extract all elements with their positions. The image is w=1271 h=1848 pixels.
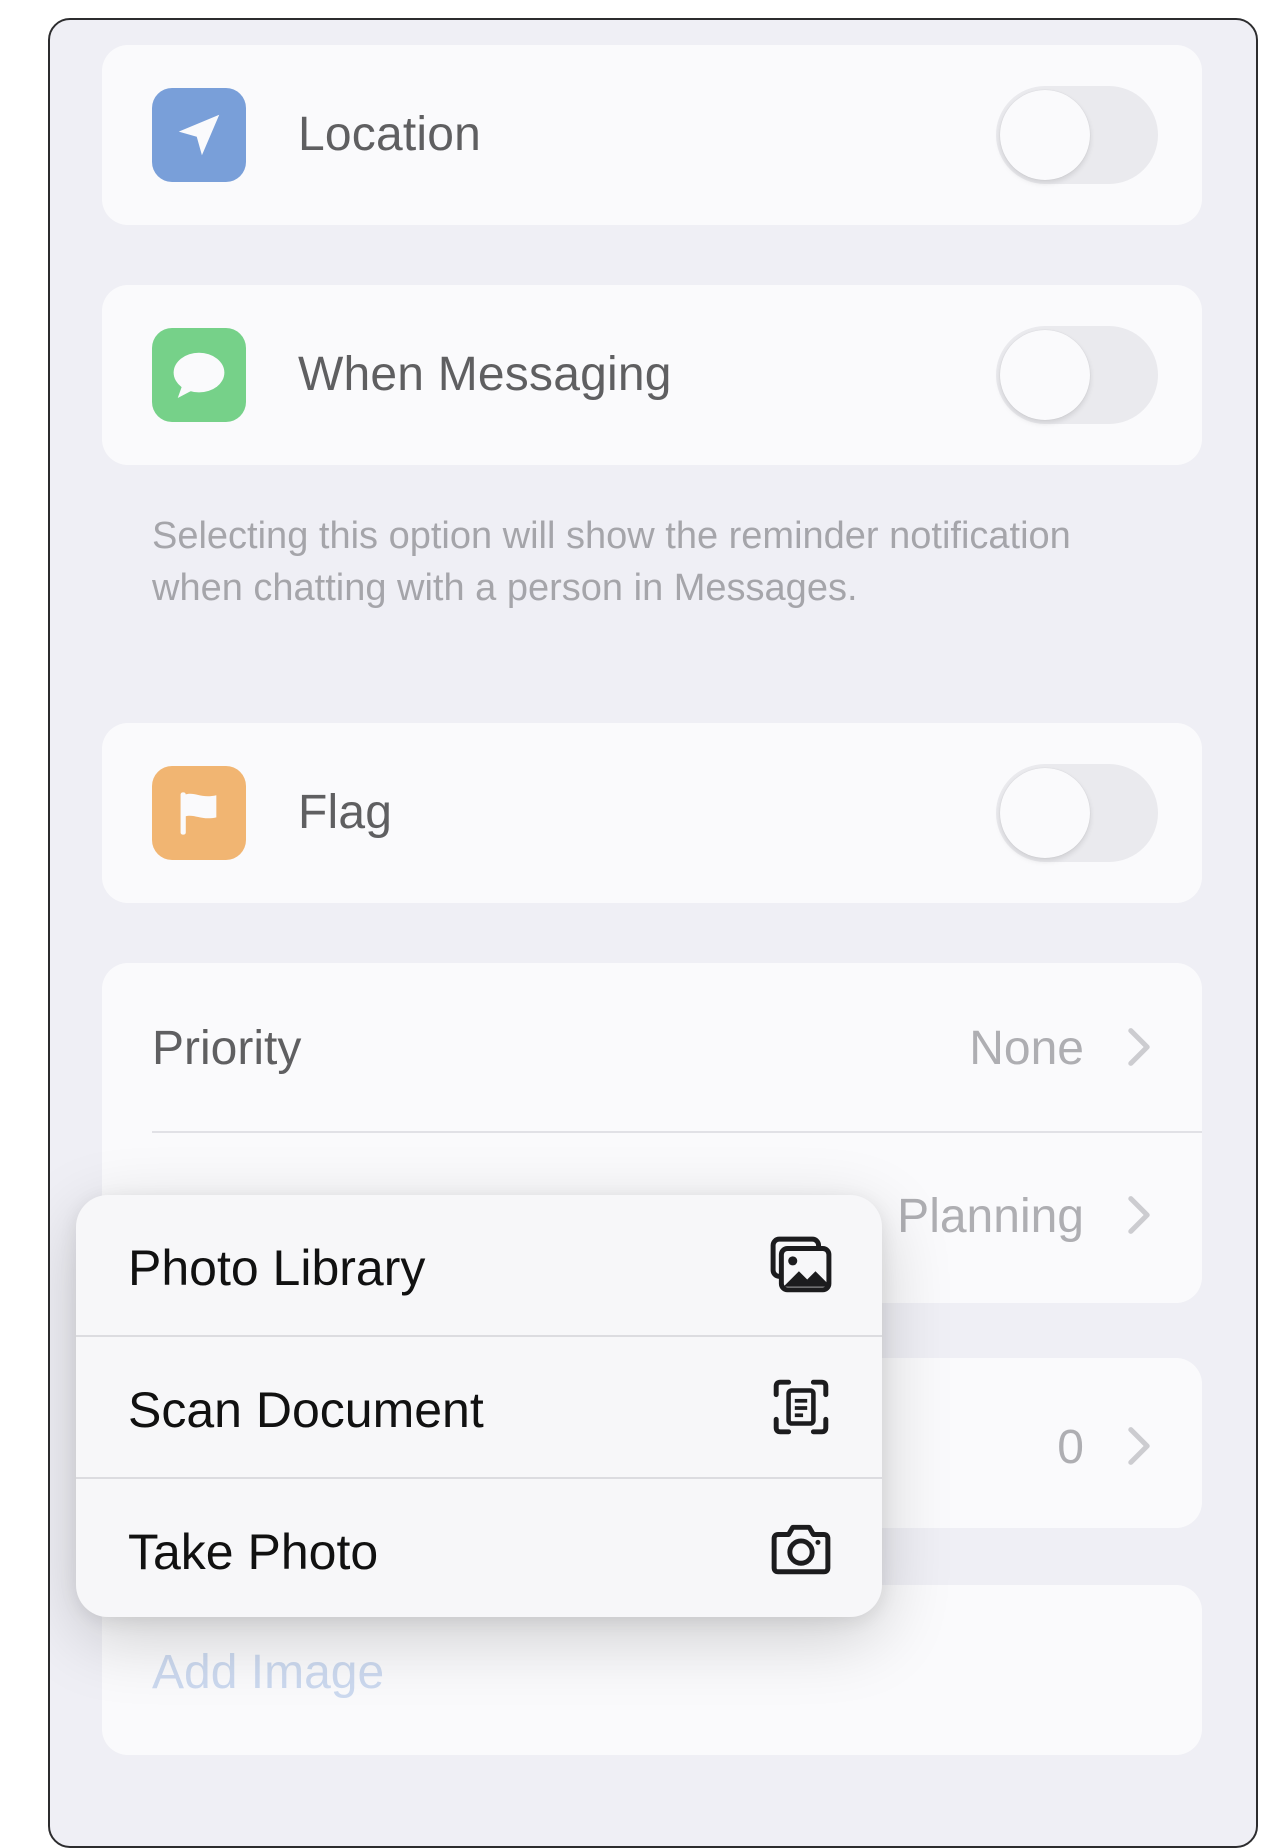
- priority-label: Priority: [152, 1022, 302, 1075]
- chevron-right-icon: [1128, 1028, 1150, 1066]
- when-messaging-card: When Messaging: [102, 285, 1202, 465]
- location-card: Location: [102, 45, 1202, 225]
- toggle-knob: [1000, 330, 1090, 420]
- camera-icon: [771, 1524, 831, 1575]
- message-bubble-icon: [152, 328, 246, 422]
- location-arrow-icon: [152, 88, 246, 182]
- menu-item-label: Scan Document: [128, 1382, 484, 1438]
- toggle-knob: [1000, 768, 1090, 858]
- location-label: Location: [298, 108, 482, 161]
- flag-card: Flag: [102, 723, 1202, 903]
- when-messaging-toggle[interactable]: [996, 326, 1158, 424]
- flag-icon: [152, 766, 246, 860]
- chevron-right-icon: [1128, 1427, 1150, 1465]
- toggle-knob: [1000, 90, 1090, 180]
- add-image-context-menu: Photo Library Scan Document Take Photo: [76, 1195, 882, 1617]
- menu-item-photo-library[interactable]: Photo Library: [76, 1195, 882, 1335]
- flag-toggle[interactable]: [996, 764, 1158, 862]
- scan-document-icon: [773, 1379, 829, 1435]
- settings-screen: Location When Messaging Selecting this o…: [48, 18, 1258, 1848]
- priority-value: None: [969, 1022, 1084, 1075]
- chevron-right-icon: [1128, 1196, 1150, 1234]
- priority-row[interactable]: Priority None: [102, 963, 1202, 1131]
- when-messaging-label: When Messaging: [298, 348, 672, 401]
- subtasks-count: 0: [1057, 1421, 1084, 1474]
- add-image-button[interactable]: Add Image: [152, 1645, 384, 1700]
- menu-item-label: Photo Library: [128, 1240, 426, 1296]
- photo-library-icon: [770, 1236, 832, 1293]
- menu-item-label: Take Photo: [128, 1524, 379, 1580]
- flag-label: Flag: [298, 786, 393, 839]
- list-value: Planning: [897, 1190, 1084, 1243]
- location-toggle[interactable]: [996, 86, 1158, 184]
- menu-item-scan-document[interactable]: Scan Document: [76, 1337, 882, 1477]
- messaging-footnote: Selecting this option will show the remi…: [152, 515, 1071, 609]
- menu-item-take-photo[interactable]: Take Photo: [76, 1479, 882, 1617]
